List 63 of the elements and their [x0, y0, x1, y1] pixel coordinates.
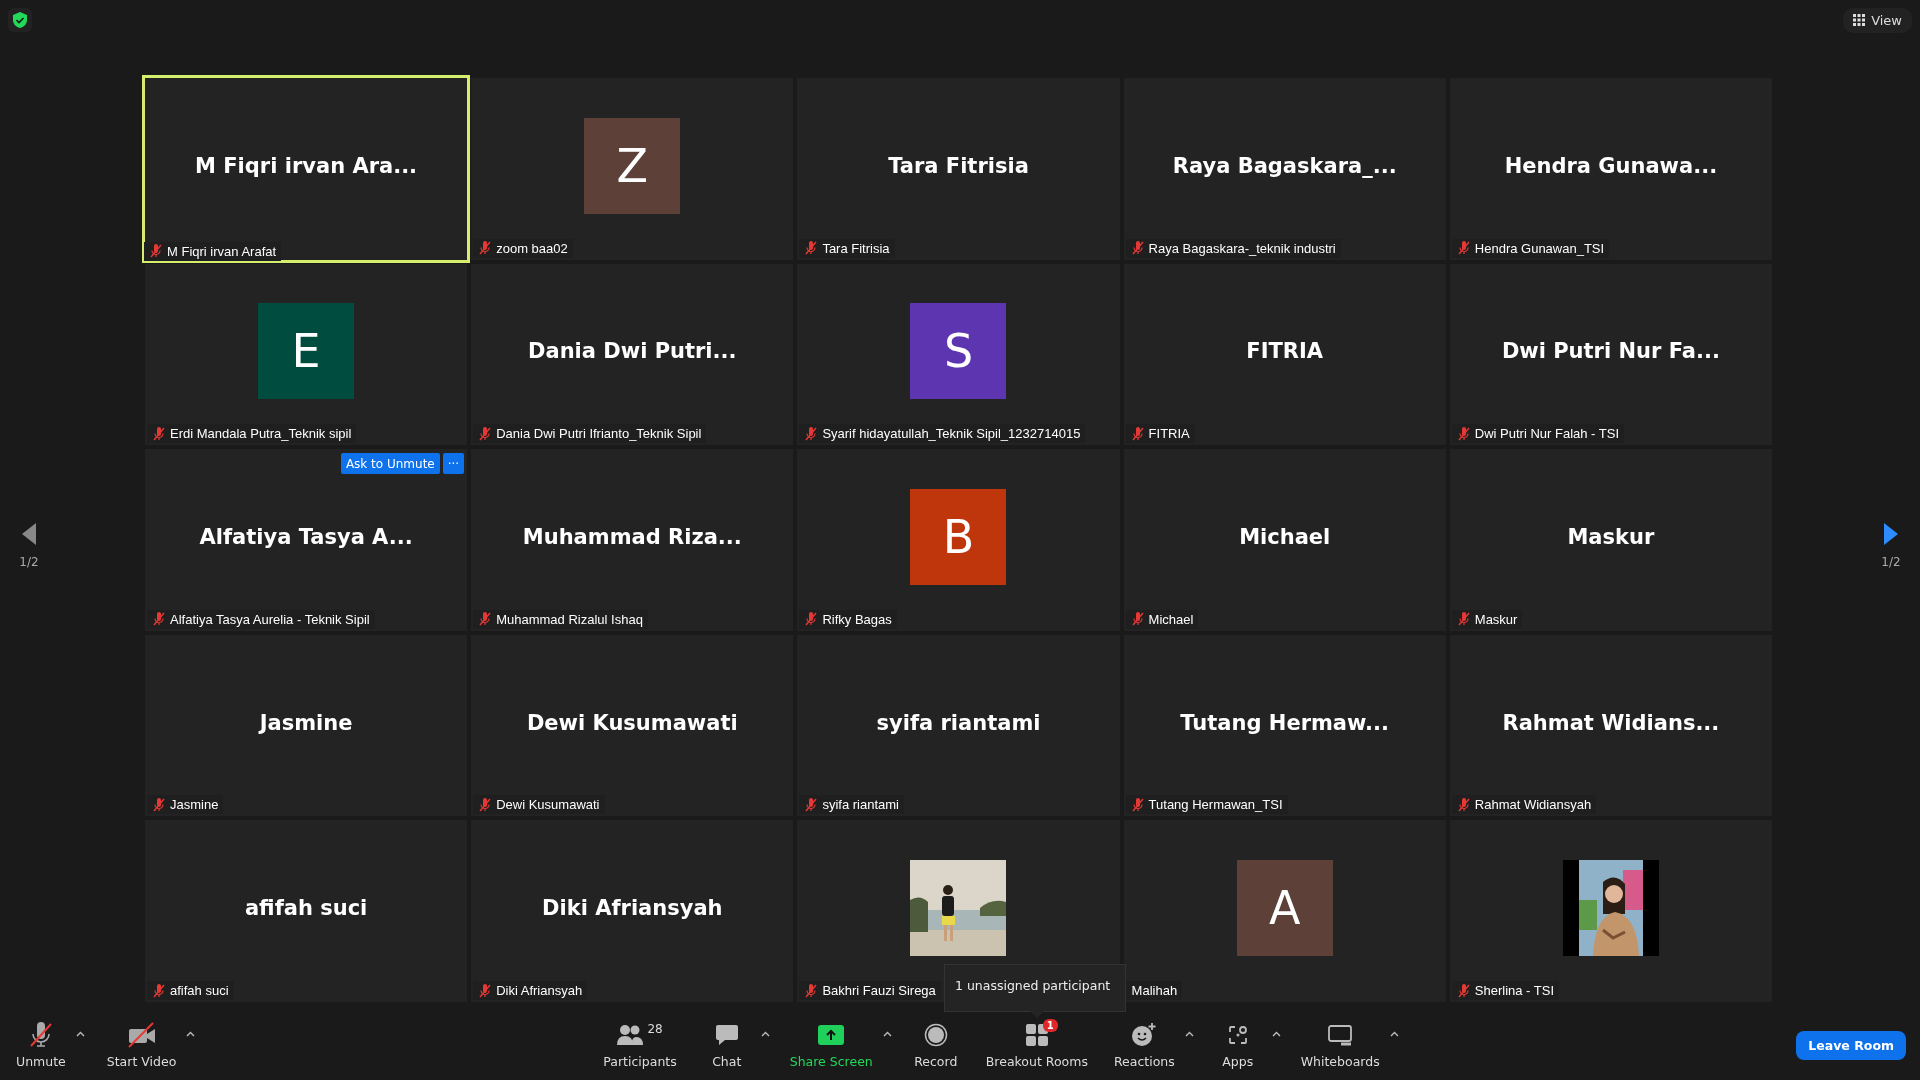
participant-name: FITRIA: [1246, 339, 1324, 364]
participant-label: Erdi Mandala Putra_Teknik sipil: [170, 426, 352, 442]
participant-count: 28: [647, 1021, 663, 1036]
participant-name: Dewi Kusumawati: [526, 710, 738, 735]
toolbar-label: Record: [914, 1053, 958, 1069]
participant-label: Raya Bagaskara-_teknik industri: [1148, 240, 1336, 256]
toolbar-label: Apps: [1222, 1053, 1254, 1069]
participant-label: Tara Fitrisia: [822, 240, 890, 256]
participant-name: Muhammad Riza...: [522, 525, 742, 549]
participant-name: Dwi Putri Nur Fa...: [1501, 339, 1720, 364]
page-indicator: 1/2: [1881, 555, 1901, 569]
participant-label: Diki Afriansyah: [496, 983, 583, 998]
participant-label: Hendra Gunawan_TSI: [1474, 240, 1605, 256]
participant-label: syifa riantami: [822, 797, 899, 813]
participant-name: Rahmat Widians...: [1502, 710, 1720, 735]
participant-label: Jasmine: [170, 797, 219, 813]
participant-name: afifah suci: [244, 896, 368, 921]
avatar-initial: B: [910, 489, 1007, 585]
participant-label: Sherlina - TSI: [1474, 983, 1555, 998]
participant-label: Malihah: [1131, 983, 1178, 998]
avatar-initial: A: [1236, 860, 1333, 957]
participant-label: Tutang Hermawan_TSI: [1148, 797, 1283, 813]
toolbar-label: Unmute: [16, 1053, 66, 1069]
participant-label: FITRIA: [1148, 426, 1190, 442]
participant-name: Alfatiya Tasya A...: [199, 525, 413, 549]
tooltip: 1 unassigned participant: [944, 964, 1126, 1018]
toolbar-label: Whiteboards: [1300, 1053, 1380, 1069]
participant-label: Muhammad Rizalul Ishaq: [496, 611, 643, 627]
toolbar-label: Share Screen: [789, 1053, 873, 1069]
participant-label: Maskur: [1474, 611, 1518, 627]
toolbar-label: Reactions: [1113, 1053, 1175, 1069]
participant-name: Diki Afriansyah: [542, 896, 723, 921]
avatar-initial: S: [910, 303, 1007, 400]
participant-name: Maskur: [1567, 525, 1655, 549]
participant-name: M Fiqri irvan Ara...: [195, 153, 418, 178]
notification-badge: 1: [1042, 1018, 1058, 1032]
participant-name: Michael: [1239, 525, 1331, 549]
avatar-initial: E: [258, 303, 355, 400]
participant-name: Raya Bagaskara_...: [1172, 153, 1397, 178]
participant-label: Bakhri Fauzi Sirega: [822, 983, 936, 998]
participant-name: Dania Dwi Putri...: [528, 339, 737, 364]
participant-name: Hendra Gunawa...: [1504, 153, 1718, 178]
participant-name: Jasmine: [259, 710, 353, 735]
participant-label: Dwi Putri Nur Falah - TSI: [1474, 426, 1620, 442]
toolbar-label: Participants: [603, 1053, 677, 1069]
participant-label: afifah suci: [170, 983, 229, 998]
toolbar-label: Chat: [712, 1053, 742, 1069]
participant-label: Dewi Kusumawati: [496, 797, 600, 813]
participant-label: Michael: [1148, 611, 1194, 627]
participant-name: Tutang Hermaw...: [1180, 710, 1390, 735]
participant-label: Alfatiya Tasya Aurelia - Teknik Sipil: [170, 611, 370, 627]
participant-label: Syarif hidayatullah_Teknik Sipil_1232714015: [822, 426, 1081, 442]
participant-label: M Fiqri irvan Arafat: [167, 243, 277, 259]
participant-label: Rifky Bagas: [822, 611, 892, 627]
participant-label: Rahmat Widiansyah: [1474, 797, 1592, 813]
participant-name: syifa riantami: [876, 710, 1041, 735]
page-indicator: 1/2: [19, 555, 39, 569]
participant-label: Dania Dwi Putri Ifrianto_Teknik Sipil: [496, 426, 702, 442]
toolbar-label: Breakout Rooms: [985, 1053, 1088, 1069]
avatar-initial: Z: [584, 117, 681, 214]
participant-label: zoom baa02: [496, 240, 568, 256]
toolbar-label: Start Video: [106, 1053, 177, 1069]
participant-name: Tara Fitrisia: [888, 153, 1029, 178]
